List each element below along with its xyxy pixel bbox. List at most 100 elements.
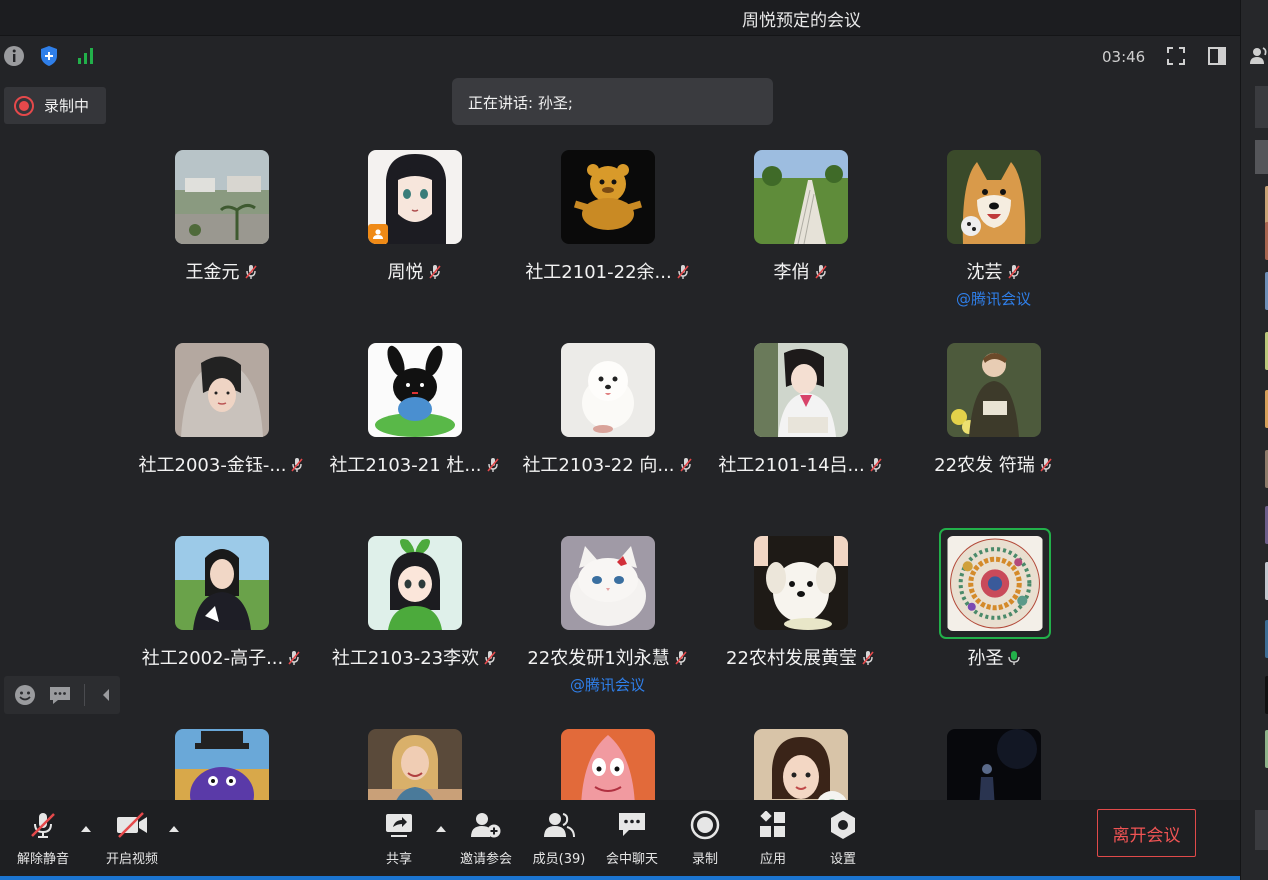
panel-bottom-control[interactable] [1255, 810, 1268, 850]
avatar [754, 343, 848, 437]
avatar [754, 536, 848, 630]
mic-muted-icon [679, 458, 692, 472]
participant-name-text: 22农发研1刘永慧 [527, 648, 670, 669]
chat-icon [618, 808, 646, 842]
apps-grid-icon [759, 808, 787, 842]
avatar [175, 150, 269, 244]
avatar [175, 536, 269, 630]
members-button[interactable]: 成员(39) [519, 808, 599, 867]
security-shield-icon[interactable] [37, 44, 61, 68]
avatar [368, 150, 462, 244]
avatar [754, 150, 848, 244]
participant-tile[interactable]: 社工2103-22 向... [511, 341, 704, 534]
taskbar-strip [0, 876, 1268, 880]
members-icon [542, 808, 576, 842]
chat-bubble-icon[interactable] [45, 680, 74, 710]
record-label: 录制 [691, 852, 718, 867]
participant-tile[interactable]: 孙圣 [897, 528, 1090, 727]
participant-tile[interactable]: 社工2103-21 杜... [318, 341, 511, 534]
participant-tile[interactable]: 李俏 [704, 148, 897, 341]
participant-tile[interactable]: 社工2002-高子... [125, 534, 318, 727]
members-panel-icon[interactable] [1249, 46, 1268, 70]
mic-muted-icon [288, 651, 300, 665]
participant-tile[interactable]: 22农发研1刘永慧 @腾讯会议 [511, 534, 704, 727]
panel-scrollbar[interactable] [1255, 140, 1268, 174]
participant-name: 社工2103-23李欢 [318, 644, 511, 670]
leave-meeting-button[interactable]: 离开会议 [1097, 809, 1196, 857]
panel-scroll-area[interactable] [1255, 86, 1268, 128]
participant-tile[interactable]: 22农发 符瑞 [897, 341, 1090, 534]
start-video-button[interactable]: 开启视频 [92, 808, 172, 867]
unmute-button[interactable]: 解除静音 [3, 808, 83, 867]
invite-button[interactable]: 邀请参会 [446, 808, 526, 867]
participant-name: 22农发 符瑞 [897, 451, 1090, 477]
info-icon[interactable] [2, 44, 26, 68]
start-video-label: 开启视频 [105, 852, 158, 867]
chat-label: 会中聊天 [605, 852, 658, 867]
apps-button[interactable]: 应用 [733, 808, 813, 867]
participant-name-text: 22农发 符瑞 [934, 455, 1035, 476]
mic-muted-icon [677, 265, 689, 279]
participant-tile[interactable] [125, 727, 318, 800]
collapse-left-icon[interactable] [91, 680, 120, 710]
avatar [561, 536, 655, 630]
participant-name: 社工2103-21 杜... [318, 451, 511, 477]
meeting-area: 03:46 录制中 正在讲话: 孙圣; 王金元 周悦 社工2101-22余... 李俏… [0, 36, 1240, 800]
mic-muted-icon [814, 265, 827, 279]
participant-name: 周悦 [318, 258, 511, 284]
participant-name: 社工2101-14吕... [704, 451, 897, 477]
participant-name-text: 社工2103-22 向... [522, 455, 675, 476]
share-options-caret[interactable] [436, 826, 446, 832]
participant-tile[interactable] [511, 727, 704, 800]
window-title: 周悦预定的会议 [742, 11, 861, 31]
participant-name-text: 李俏 [773, 262, 810, 283]
participant-source-tag: @腾讯会议 [955, 290, 1031, 308]
avatar [175, 343, 269, 437]
network-signal-icon[interactable] [74, 44, 98, 68]
avatar [561, 729, 655, 800]
participant-name: 孙圣 [897, 644, 1090, 670]
participant-tile[interactable]: 王金元 [125, 148, 318, 341]
participant-name-text: 社工2101-22余... [525, 262, 672, 283]
participant-name: 22农发研1刘永慧 [511, 644, 704, 670]
participant-tile[interactable]: 社工2003-金钰-... [125, 341, 318, 534]
mic-muted-icon [291, 458, 304, 472]
participant-tile[interactable] [704, 727, 897, 800]
chat-button[interactable]: 会中聊天 [592, 808, 672, 867]
sidebar-toggle-icon[interactable] [1205, 44, 1229, 68]
participant-tile[interactable] [318, 727, 511, 800]
participant-name: 王金元 [125, 258, 318, 284]
emoji-icon[interactable] [10, 680, 39, 710]
participant-name-text: 社工2103-21 杜... [329, 455, 482, 476]
settings-button[interactable]: 设置 [803, 808, 883, 867]
mic-muted-icon [1007, 265, 1020, 279]
participant-name: 社工2002-高子... [125, 644, 318, 670]
fullscreen-icon[interactable] [1164, 44, 1188, 68]
participant-tile[interactable]: 社工2103-23李欢 [318, 534, 511, 727]
share-button[interactable]: 共享 [359, 808, 439, 867]
participant-name: 22农村发展黄莹 [704, 644, 897, 670]
participant-tile[interactable]: 社工2101-22余... [511, 148, 704, 341]
members-label: 成员(39) [532, 852, 586, 867]
mic-muted-icon [1040, 458, 1052, 472]
window-titlebar: 周悦预定的会议 [0, 0, 1240, 36]
audio-options-caret[interactable] [81, 826, 91, 832]
video-options-caret[interactable] [169, 826, 179, 832]
apps-label: 应用 [759, 852, 786, 867]
participant-tile[interactable]: 沈芸 @腾讯会议 [897, 148, 1090, 341]
participant-name: 社工2003-金钰-... [125, 451, 318, 477]
camera-off-icon [115, 808, 149, 842]
avatar [561, 150, 655, 244]
participant-tile[interactable]: 周悦 [318, 148, 511, 341]
participant-tile[interactable]: 22农村发展黄莹 [704, 534, 897, 727]
participant-name-text: 社工2002-高子... [141, 648, 284, 669]
recording-indicator[interactable]: 录制中 [4, 87, 106, 124]
avatar [947, 150, 1041, 244]
mic-muted-icon [870, 458, 882, 472]
participant-source-tag: @腾讯会议 [569, 676, 645, 694]
participant-name-text: 社工2003-金钰-... [138, 455, 287, 476]
record-dot-icon [14, 95, 34, 116]
mic-muted-icon [675, 651, 687, 665]
participant-tile[interactable]: 社工2101-14吕... [704, 341, 897, 534]
participant-tile[interactable] [897, 727, 1090, 800]
